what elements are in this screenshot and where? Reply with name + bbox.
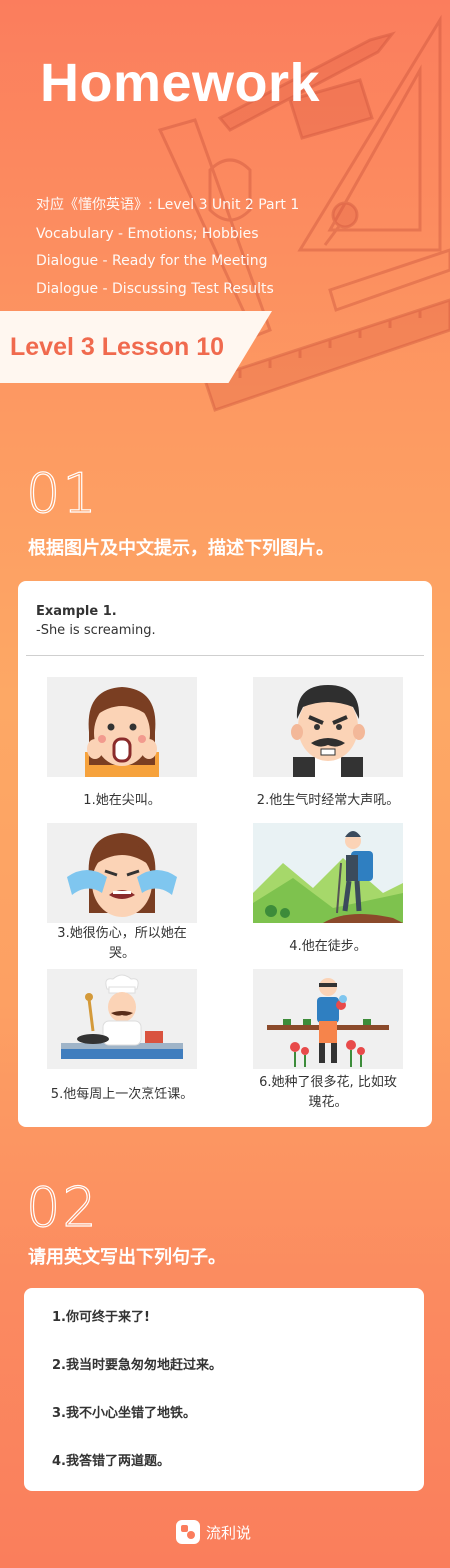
topic-item: Dialogue - Discussing Test Results: [36, 281, 274, 297]
screaming-woman-illustration: [47, 677, 197, 777]
course-line: 对应《懂你英语》: Level 3 Unit 2 Part 1: [36, 197, 300, 213]
liulishuo-logo-icon: [176, 1520, 200, 1544]
item-caption: 6.她种了很多花, 比如玫瑰花。: [259, 1075, 397, 1110]
page-title: Homework: [40, 53, 321, 113]
section-heading: 请用英文写出下列句子。: [28, 1247, 226, 1268]
footer-brand: 流利说: [176, 1520, 251, 1544]
angry-man-illustration: [253, 677, 403, 777]
divider: [26, 655, 424, 656]
chef-illustration: [47, 969, 197, 1069]
hiker-illustration: [253, 823, 403, 923]
gardener-illustration: [253, 969, 403, 1069]
item-caption: 5.他每周上一次烹饪课。: [50, 1087, 194, 1102]
sentence-item: 1.你可终于来了!: [52, 1310, 150, 1325]
lesson-title: Level 3 Lesson 10: [10, 333, 225, 361]
example-title: Example 1.: [36, 604, 117, 619]
topic-item: Vocabulary - Emotions; Hobbies: [36, 226, 259, 242]
item-caption: 2.他生气时经常大声吼。: [256, 793, 400, 808]
item-caption: 4.他在徒步。: [289, 939, 367, 954]
exercise-card: Example 1. -She is screaming. 1.她在尖叫。 2.…: [18, 581, 432, 1127]
item-caption: 1.她在尖叫。: [83, 793, 161, 808]
crying-woman-illustration: [47, 823, 197, 923]
section-heading: 根据图片及中文提示，描述下列图片。: [28, 538, 334, 559]
translation-card: 1.你可终于来了! 2.我当时要急匆匆地赶过来。 3.我不小心坐错了地铁。 4.…: [24, 1288, 424, 1491]
item-caption: 3.她很伤心，所以她在哭。: [57, 926, 187, 961]
example-sentence: -She is screaming.: [36, 623, 156, 638]
brand-name: 流利说: [206, 1523, 252, 1542]
topic-item: Dialogue - Ready for the Meeting: [36, 253, 268, 269]
sentence-item: 4.我答错了两道题。: [52, 1454, 170, 1469]
section-number: 01: [25, 461, 99, 525]
section-number: 02: [25, 1175, 99, 1239]
sentence-item: 2.我当时要急匆匆地赶过来。: [52, 1358, 222, 1373]
sentence-item: 3.我不小心坐错了地铁。: [52, 1406, 196, 1421]
